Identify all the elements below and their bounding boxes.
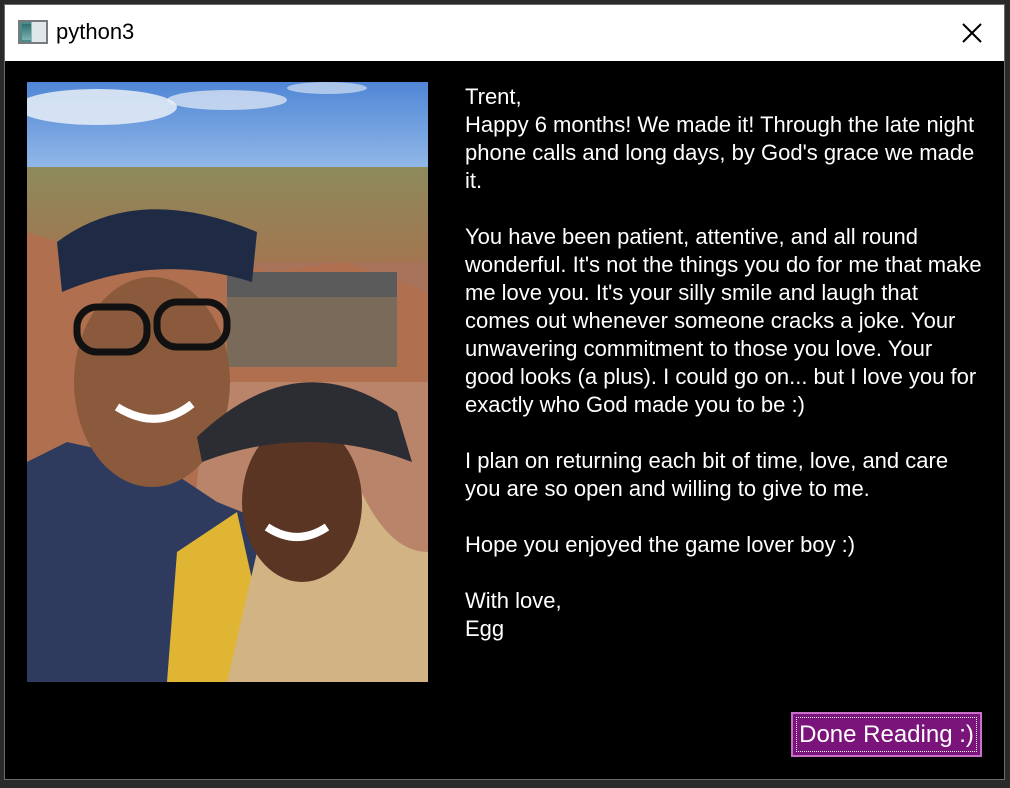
letter-signoff: With love, — [465, 588, 562, 613]
done-reading-label: Done Reading :) — [796, 717, 977, 752]
letter-signature: Egg — [465, 616, 505, 641]
app-window: python3 Trent, Happy 6 months! We made i… — [4, 4, 1005, 780]
couple-photo — [27, 82, 428, 682]
title-bar[interactable]: python3 — [5, 5, 1004, 61]
close-icon — [962, 23, 982, 43]
letter-closing: With love, Egg — [465, 587, 985, 643]
letter-paragraph-4: Hope you enjoyed the game lover boy :) — [465, 532, 856, 557]
done-reading-button[interactable]: Done Reading :) — [791, 712, 982, 757]
letter-greeting: Trent, — [465, 84, 522, 109]
letter-opening: Trent, Happy 6 months! We made it! Throu… — [465, 83, 985, 195]
window-title: python3 — [56, 19, 135, 44]
close-button[interactable] — [954, 15, 990, 51]
python-app-icon — [18, 20, 48, 44]
love-letter: Trent, Happy 6 months! We made it! Throu… — [465, 83, 985, 643]
letter-paragraph-2: You have been patient, attentive, and al… — [465, 224, 982, 417]
letter-paragraph-1: Happy 6 months! We made it! Through the … — [465, 112, 975, 193]
couple-selfie-photo — [27, 82, 428, 682]
letter-paragraph-3: I plan on returning each bit of time, lo… — [465, 448, 949, 501]
